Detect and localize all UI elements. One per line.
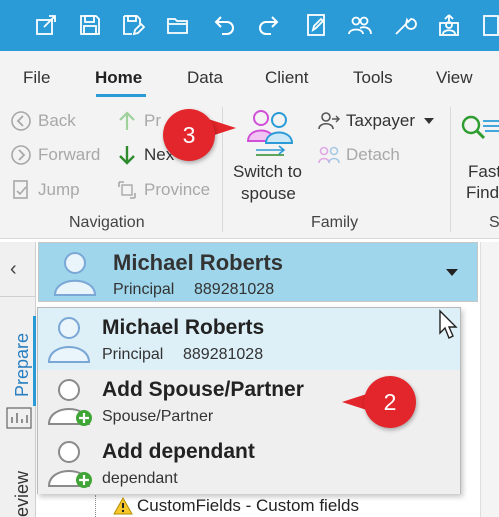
undo-icon[interactable] [211, 11, 239, 39]
fast-find-button[interactable]: Fast Find [456, 113, 499, 207]
avatar [47, 314, 91, 364]
switch-label-line2: spouse [241, 184, 296, 203]
down-arrow-icon [116, 144, 138, 166]
taxpayer-icon [318, 110, 340, 132]
redo-icon[interactable] [254, 11, 282, 39]
jump-label: Jump [38, 180, 80, 199]
form-edit-icon[interactable] [302, 11, 330, 39]
back-arrow-icon [10, 110, 32, 132]
people-icon[interactable] [346, 11, 374, 39]
jump-document-icon [10, 179, 32, 201]
callout-badge-2: 2 [364, 376, 416, 428]
prepare-tab-indicator [33, 316, 36, 406]
scrollbar[interactable] [480, 242, 499, 517]
province-button[interactable]: Province [116, 179, 210, 201]
open-folder-icon[interactable] [164, 11, 192, 39]
magnifier-icon [459, 113, 499, 143]
quick-access-toolbar [0, 0, 499, 51]
switch-to-spouse-button[interactable]: Switch to spouse [228, 103, 312, 207]
switch-spouse-icon [244, 108, 296, 158]
taxpayer-dropdown[interactable]: Taxpayer [318, 110, 434, 132]
client-selector[interactable]: Michael Roberts Principal 889281028 [38, 242, 478, 302]
taxpayer-label: Taxpayer [346, 111, 415, 130]
item-name: Add Spouse/Partner [102, 378, 304, 401]
avatar [47, 438, 92, 488]
forward-button[interactable]: Forward [10, 144, 100, 166]
province-label: Province [144, 180, 211, 199]
family-group-label: Family [311, 214, 359, 231]
tab-prepare[interactable]: Prepare [12, 333, 33, 397]
export-icon[interactable] [32, 11, 60, 39]
list-item[interactable]: Add dependant dependant [38, 432, 460, 494]
form-grid-icon [6, 407, 32, 429]
avatar [53, 249, 97, 297]
tab-file[interactable]: File [23, 68, 50, 88]
search-group-label: S [489, 214, 499, 231]
back-label: Back [38, 111, 76, 130]
item-name: Michael Roberts [102, 316, 265, 339]
fast-label: Fast [468, 162, 499, 181]
collapse-panel-icon[interactable]: ‹ [10, 258, 17, 281]
warning-icon [113, 496, 133, 516]
switch-label-line1: Switch to [233, 162, 302, 181]
chevron-down-icon [423, 118, 434, 124]
item-role: Spouse/Partner [102, 408, 214, 425]
tab-home[interactable]: Home [95, 68, 142, 88]
up-arrow-icon [116, 110, 138, 132]
item-role: Principal [102, 346, 164, 363]
ribbon: Back Forward Jump Pr Nex Province Naviga… [0, 99, 499, 239]
province-icon [116, 179, 138, 201]
tab-client[interactable]: Client [265, 68, 308, 88]
save-edit-icon[interactable] [119, 11, 147, 39]
previous-label: Pr [144, 111, 161, 130]
detach-label: Detach [346, 145, 400, 164]
item-role: dependant [102, 470, 178, 487]
tree-item-label: CustomFields - Custom fields [137, 496, 360, 515]
forward-arrow-icon [10, 144, 32, 166]
list-item[interactable]: Michael Roberts Principal 889281028 [38, 308, 460, 370]
tools-icon[interactable] [391, 11, 419, 39]
avatar [47, 376, 92, 426]
navigation-group-label: Navigation [69, 214, 145, 231]
callout-badge-3: 3 [163, 109, 215, 161]
client-id: 889281028 [194, 281, 275, 298]
tree-expander[interactable] [95, 495, 109, 517]
upload-user-icon[interactable] [435, 11, 463, 39]
active-tab-indicator [96, 94, 146, 97]
item-name: Add dependant [102, 440, 255, 463]
building-icon[interactable] [479, 11, 499, 39]
tab-data[interactable]: Data [187, 68, 223, 88]
menu-tab-bar: File Home Data Client Tools View [0, 51, 499, 99]
tree-item[interactable]: CustomFields - Custom fields [95, 495, 359, 517]
tab-view[interactable]: View [436, 68, 473, 88]
rail-divider [0, 296, 36, 297]
item-id: 889281028 [183, 346, 264, 363]
jump-button[interactable]: Jump [10, 179, 80, 201]
client-name: Michael Roberts [113, 250, 283, 275]
tab-tools[interactable]: Tools [353, 68, 393, 88]
client-role: Principal [113, 281, 175, 298]
tab-review[interactable]: eview [12, 471, 33, 517]
previous-button[interactable]: Pr [116, 110, 161, 132]
detach-button[interactable]: Detach [318, 144, 400, 166]
mouse-cursor-icon [438, 309, 460, 341]
save-icon[interactable] [76, 11, 104, 39]
find-label: Find [466, 183, 499, 202]
group-divider [450, 107, 451, 232]
forward-label: Forward [38, 145, 101, 164]
back-button[interactable]: Back [10, 110, 76, 132]
chevron-down-icon[interactable] [446, 269, 458, 276]
detach-icon [318, 144, 340, 166]
